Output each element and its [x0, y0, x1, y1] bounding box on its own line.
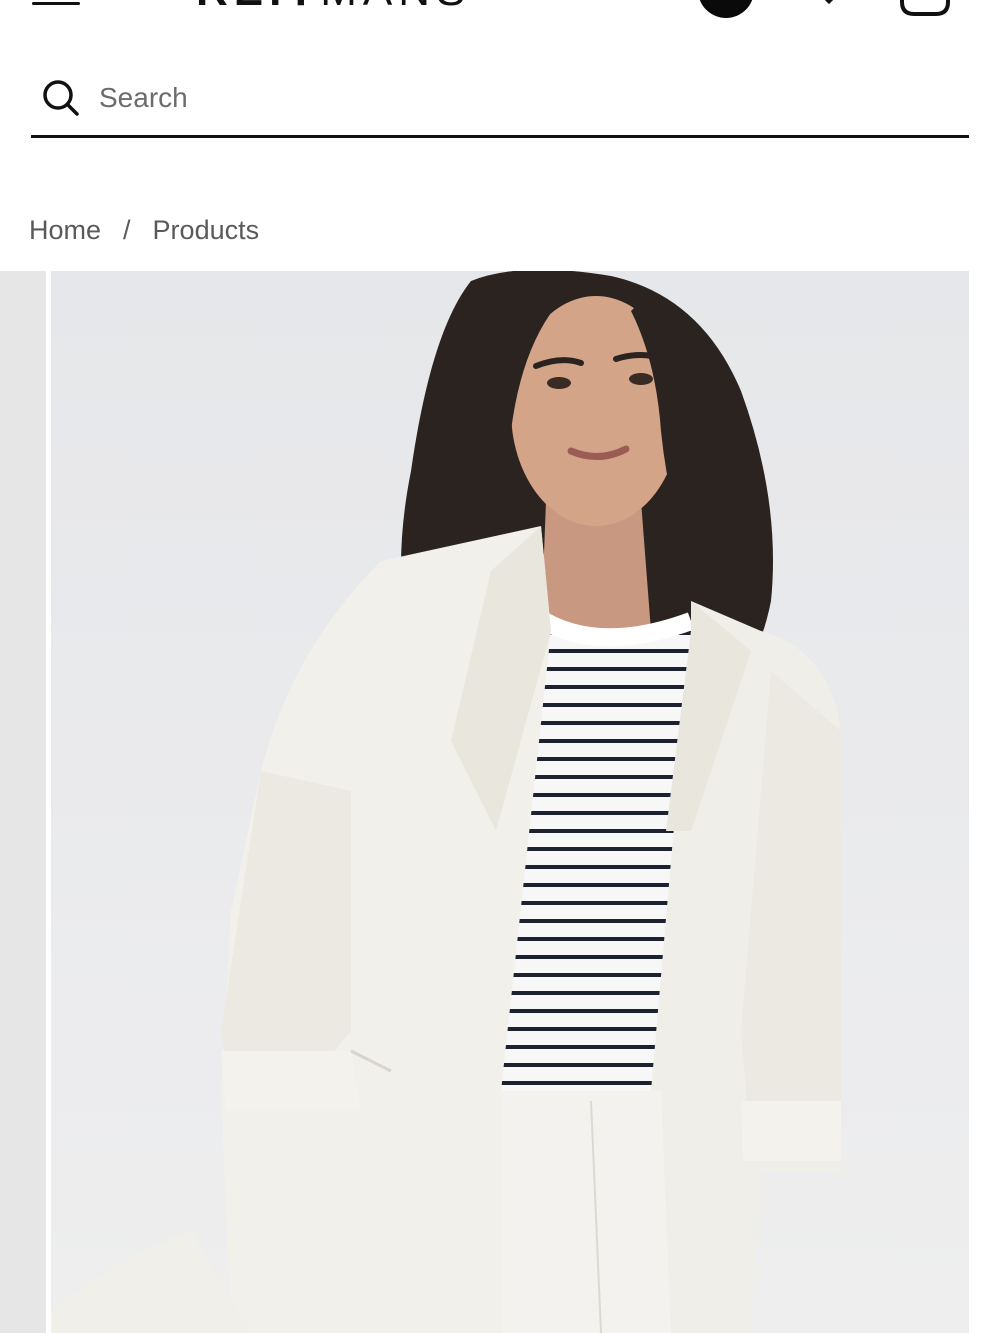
site-header: REITMANS: [0, 0, 1000, 20]
logo-bold: REIT: [196, 0, 320, 15]
previous-image-peek[interactable]: [0, 271, 46, 1333]
logo-thin: MANS: [320, 0, 471, 15]
search-bar[interactable]: [31, 62, 969, 138]
site-logo[interactable]: REITMANS: [196, 0, 471, 13]
product-page: REITMANS Home / Products: [0, 0, 1000, 1333]
search-icon[interactable]: [41, 78, 81, 118]
product-image-gallery[interactable]: [0, 271, 1000, 1333]
breadcrumb: Home / Products: [29, 212, 259, 248]
heart-icon[interactable]: [812, 0, 846, 10]
model-illustration: [51, 271, 969, 1333]
menu-icon[interactable]: [32, 0, 80, 10]
breadcrumb-products[interactable]: Products: [153, 215, 260, 246]
search-input[interactable]: [97, 74, 941, 122]
breadcrumb-home[interactable]: Home: [29, 215, 101, 246]
breadcrumb-separator: /: [123, 214, 131, 245]
product-image[interactable]: [51, 271, 969, 1333]
account-icon[interactable]: [698, 0, 754, 18]
shopping-bag-icon[interactable]: [900, 0, 950, 16]
